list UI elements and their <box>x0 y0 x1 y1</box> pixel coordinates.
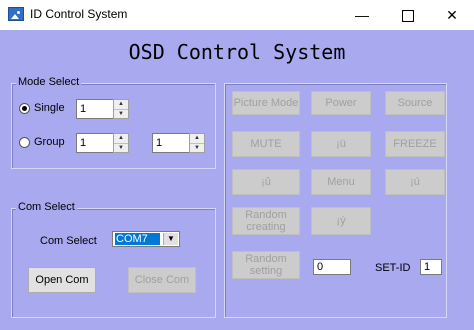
app-picture-icon <box>8 7 24 21</box>
open-com-button[interactable]: Open Com <box>28 267 96 293</box>
minimize-button[interactable]: — <box>340 0 384 30</box>
picture-mode-button[interactable]: Picture Mode <box>232 91 300 115</box>
group-start-input[interactable]: 1 <box>76 133 114 153</box>
com-select-group-label: Com Select <box>16 201 77 213</box>
mute-button[interactable]: MUTE <box>232 131 300 157</box>
window-title: ID Control System <box>30 7 128 21</box>
up-arrow-button[interactable]: ¡ü <box>311 131 371 157</box>
random-setting-button[interactable]: Random setting <box>232 251 300 279</box>
close-button[interactable]: ✕ <box>430 0 474 30</box>
spin-up-icon: ▲ <box>114 134 128 144</box>
single-label: Single <box>34 102 65 114</box>
maximize-icon <box>402 10 414 23</box>
app-window: ID Control System — ✕ OSD Control System… <box>0 0 474 330</box>
set-id-label: SET-ID <box>375 262 411 274</box>
com-port-value: COM7 <box>115 233 160 245</box>
maximize-button[interactable] <box>386 0 430 30</box>
title-bar: ID Control System — ✕ <box>0 0 474 30</box>
random-creating-button[interactable]: Random creating <box>232 207 300 235</box>
mode-select-group: Mode Select <box>11 76 216 169</box>
spin-down-icon: ▼ <box>118 111 124 117</box>
spin-down-icon: ▼ <box>118 145 124 151</box>
set-id-input[interactable]: 1 <box>420 259 442 275</box>
com-port-select[interactable]: COM7 ▼ <box>112 231 180 247</box>
chevron-down-icon[interactable]: ▼ <box>163 233 178 245</box>
freeze-button[interactable]: FREEZE <box>385 131 445 157</box>
page-heading: OSD Control System <box>128 40 346 64</box>
source-button[interactable]: Source <box>385 91 445 115</box>
group-label: Group <box>34 136 65 148</box>
mode-select-label: Mode Select <box>16 76 82 88</box>
group-start-spinner[interactable]: ▲ ▼ <box>113 133 129 153</box>
com-select-group: Com Select <box>11 201 216 318</box>
menu-button[interactable]: Menu <box>311 169 371 195</box>
single-id-spinner[interactable]: ▲ ▼ <box>113 99 129 119</box>
random-value-input[interactable]: 0 <box>313 259 351 275</box>
down-arrow-button[interactable]: ¡ý <box>311 207 371 235</box>
group-end-input[interactable]: 1 <box>152 133 190 153</box>
right-arrow-button[interactable]: ¡ú <box>385 169 445 195</box>
power-button[interactable]: Power <box>311 91 371 115</box>
group-end-spinner[interactable]: ▲ ▼ <box>189 133 205 153</box>
spin-up-icon: ▲ <box>114 100 128 110</box>
single-id-input[interactable]: 1 <box>76 99 114 119</box>
left-arrow-button[interactable]: ¡û <box>232 169 300 195</box>
group-radio[interactable] <box>19 137 30 148</box>
control-panel-group <box>224 83 447 318</box>
spin-down-icon: ▼ <box>194 145 200 151</box>
single-radio[interactable] <box>19 103 30 114</box>
spin-up-icon: ▲ <box>190 134 204 144</box>
close-com-button[interactable]: Close Com <box>128 267 196 293</box>
com-select-label: Com Select <box>40 235 97 247</box>
